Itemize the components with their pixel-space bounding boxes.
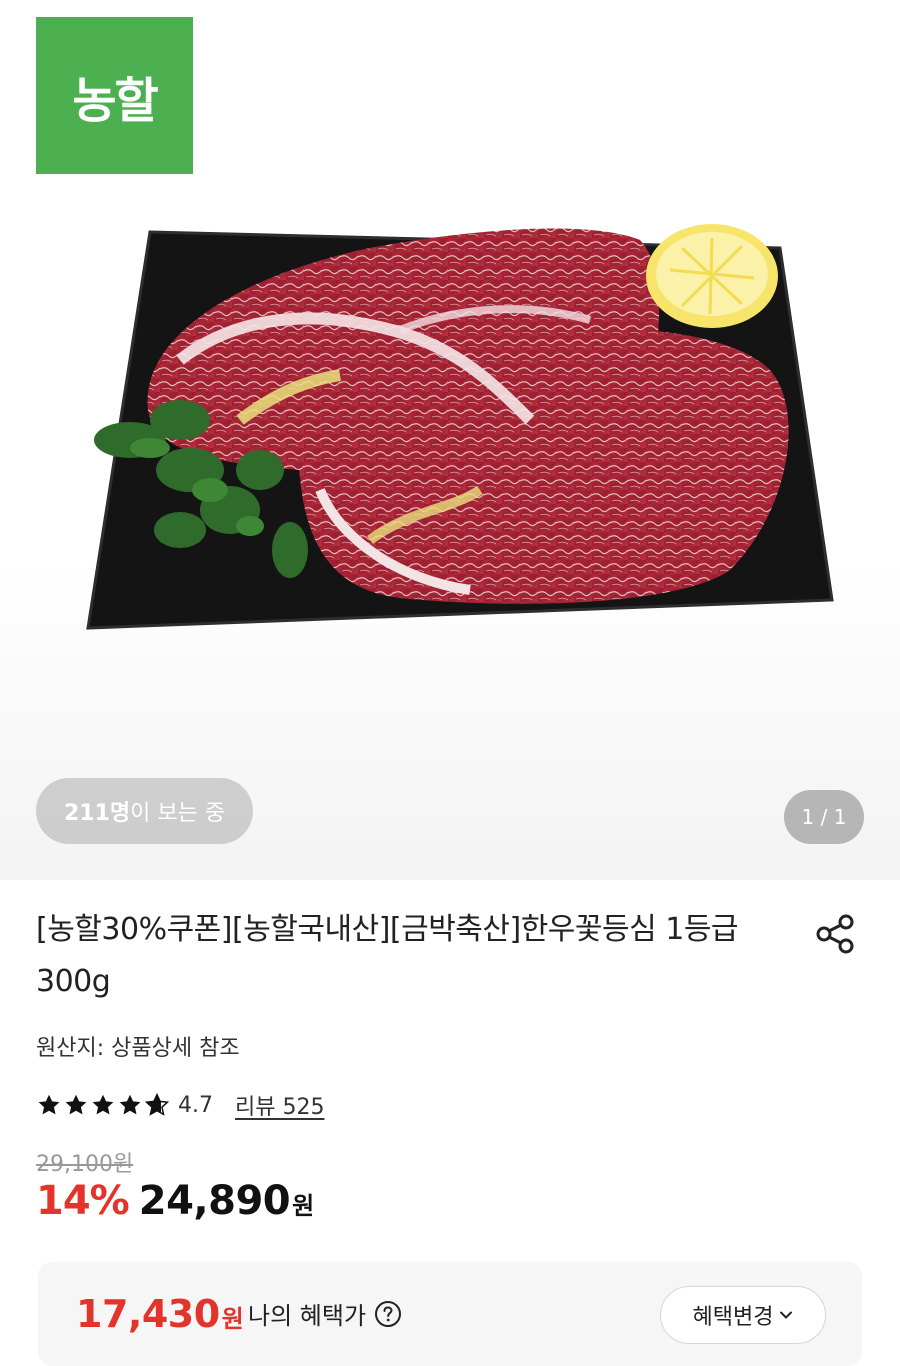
product-title: [농할30%쿠폰][농할국내산][금박축산]한우꽃등심 1등급 300g [36,912,739,999]
rating-row: 4.7 리뷰 525 [36,1088,324,1122]
price-unit: 원 [292,1192,315,1220]
benefit-label-text: 나의 혜택가 [248,1302,367,1330]
star-icon [38,1094,60,1115]
brand-logo: 농할 [36,17,193,174]
benefit-label: 나의 혜택가 [248,1296,402,1331]
star-half-icon [144,1092,170,1116]
sale-price: 24,890 [138,1178,291,1224]
benefit-price-box: 17,430 원 나의 혜택가 혜택변경 [38,1262,862,1366]
rating-stars [36,1092,170,1118]
origin-info: 원산지: 상품상세 참조 [36,1036,240,1061]
star-icon [65,1094,87,1115]
chevron-down-icon [780,1311,793,1319]
image-page-indicator: 1 / 1 [784,790,864,844]
discount-rate: 14% [36,1178,130,1224]
benefit-price-value: 17,430 [76,1292,220,1336]
share-icon[interactable] [812,910,860,958]
rating-value: 4.7 [178,1092,213,1118]
viewers-count-badge: 211명 이 보는 중 [36,778,254,844]
viewers-suffix: 이 보는 중 [130,801,226,826]
benefit-price: 17,430 원 [76,1292,244,1336]
viewers-count: 211명 [64,801,131,826]
change-benefit-button[interactable]: 혜택변경 [660,1286,826,1344]
benefit-price-unit: 원 [221,1305,244,1333]
change-benefit-label: 혜택변경 [692,1305,774,1330]
help-icon[interactable] [374,1300,402,1328]
star-icon [119,1094,141,1115]
review-link[interactable]: 리뷰 525 [235,1089,324,1121]
price-row: 14% 24,890 원 [36,1178,314,1224]
star-icon [92,1094,114,1115]
original-price: 29,100원 [36,1152,134,1177]
product-image-gallery[interactable]: 농할 211명 이 보는 중 1 / 1 [0,0,900,880]
product-photo [86,224,834,630]
